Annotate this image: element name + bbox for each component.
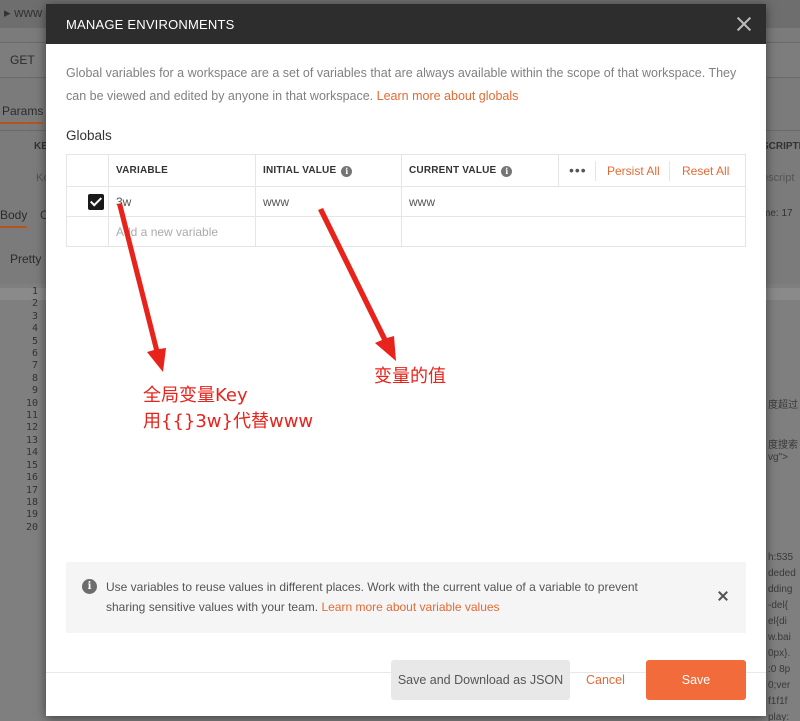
cancel-button[interactable]: Cancel <box>586 673 625 687</box>
initial-value-column-header: INITIAL VALUE i <box>263 165 353 177</box>
info-icon[interactable]: i <box>501 166 513 177</box>
variable-enabled-checkbox[interactable] <box>88 194 104 210</box>
table-header-row: VARIABLE INITIAL VALUE i CURRENT VALUE i •… <box>67 155 745 187</box>
bg-tab-label: www <box>14 5 43 20</box>
add-variable-placeholder: Add a new variable <box>116 225 219 239</box>
bg-line-number: 17 <box>25 484 38 496</box>
initial-value-cell[interactable]: www <box>256 187 402 216</box>
bg-line-number: 9 <box>31 385 38 397</box>
globals-section-title: Globals <box>66 128 112 143</box>
bg-params-tab: Params <box>0 104 44 124</box>
bg-code-snippet: h:535 <box>768 552 794 563</box>
header-current-value-cell: CURRENT VALUE i <box>402 155 559 186</box>
bg-code-snippet: w.bai <box>768 632 791 643</box>
header-divider <box>595 161 596 181</box>
header-variable-cell: VARIABLE <box>109 155 256 186</box>
variable-name-value: 3w <box>116 195 132 209</box>
header-actions-cell: ••• Persist All Reset All <box>559 155 745 186</box>
bg-line-number: 18 <box>25 496 38 508</box>
bg-description-header: SCRIPTI <box>762 141 800 152</box>
bg-code-snippet: :0 8p <box>768 664 791 675</box>
current-value-value: www <box>409 195 435 209</box>
annotation-line: 用{{}3w}代替www <box>143 411 314 432</box>
header-divider <box>669 161 670 181</box>
new-row-checkbox-cell <box>67 217 109 247</box>
info-icon[interactable]: i <box>341 166 353 177</box>
bg-code-snippet: 度超过 <box>768 400 798 411</box>
row-checkbox-cell <box>67 187 109 216</box>
current-value-column-header: CURRENT VALUE i <box>409 165 513 177</box>
bg-line-number: 14 <box>25 447 38 459</box>
manage-environments-modal: MANAGE ENVIRONMENTS Global variables for… <box>46 4 766 716</box>
close-icon[interactable] <box>734 14 754 34</box>
bg-line-number: 15 <box>25 459 38 471</box>
bg-line-number: 4 <box>31 323 38 335</box>
variable-name-cell[interactable]: 3w <box>109 187 256 216</box>
save-button[interactable]: Save <box>646 660 746 700</box>
learn-more-globals-link[interactable]: Learn more about globals <box>377 89 519 103</box>
info-banner: i Use variables to reuse values in diffe… <box>66 562 746 633</box>
bg-method: GET <box>10 53 35 67</box>
learn-more-variable-values-link[interactable]: Learn more about variable values <box>321 600 499 614</box>
annotation-line: 全局变量Key <box>143 385 248 406</box>
bg-code-snippet: vg"> <box>768 452 788 463</box>
initial-value-value: www <box>263 195 289 209</box>
annotation-global-key: 全局变量Key 用{{}3w}代替www <box>143 383 313 435</box>
bg-code-snippet: play: <box>768 712 790 721</box>
bg-description-placeholder: escript <box>762 172 795 184</box>
bg-line-number: 8 <box>31 372 38 384</box>
bg-code-snippet: f1f1f <box>768 696 788 707</box>
bg-code-snippet: dding <box>768 584 793 595</box>
new-variable-name-cell[interactable]: Add a new variable <box>109 217 256 247</box>
modal-header: MANAGE ENVIRONMENTS <box>46 4 766 44</box>
bg-request-tab: ▸ www <box>4 5 43 20</box>
initial-value-label: INITIAL VALUE <box>263 165 337 176</box>
new-current-value-cell[interactable] <box>402 217 745 247</box>
bg-code-snippet: 0px}. <box>768 648 791 659</box>
bg-line-number: 5 <box>31 335 38 347</box>
modal-title: MANAGE ENVIRONMENTS <box>66 17 235 32</box>
bg-line-number: 20 <box>25 521 38 533</box>
banner-text: Use variables to reuse values in differe… <box>106 577 676 617</box>
bg-line-number: 19 <box>25 509 38 521</box>
bg-line-number: 7 <box>31 360 38 372</box>
header-initial-value-cell: INITIAL VALUE i <box>256 155 402 186</box>
reset-all-button[interactable]: Reset All <box>682 164 729 178</box>
bg-line-number: 3 <box>31 310 38 322</box>
variable-column-header: VARIABLE <box>116 165 168 176</box>
close-icon[interactable] <box>716 589 730 603</box>
bg-body-tab: Body <box>0 208 28 228</box>
bg-line-number: 12 <box>25 422 38 434</box>
bg-line-number: 11 <box>25 410 38 422</box>
bg-time-label: me: 17 <box>762 208 793 219</box>
bg-line-number: 10 <box>25 397 38 409</box>
bg-pretty-tab: Pretty <box>10 252 42 266</box>
bg-code-snippet: 度搜索 <box>768 440 798 451</box>
bg-line-number: 6 <box>31 348 38 360</box>
bg-code-snippet: -del{ <box>768 600 789 611</box>
current-value-cell[interactable]: www <box>402 187 745 216</box>
more-options-icon[interactable]: ••• <box>569 162 587 178</box>
persist-all-button[interactable]: Persist All <box>607 164 660 178</box>
globals-variable-table: VARIABLE INITIAL VALUE i CURRENT VALUE i •… <box>66 154 746 247</box>
header-checkbox-cell <box>67 155 109 186</box>
new-variable-row: Add a new variable <box>67 217 745 247</box>
globals-description: Global variables for a workspace are a s… <box>66 62 746 108</box>
save-and-download-json-button[interactable]: Save and Download as JSON <box>391 660 570 700</box>
bg-line-number: 13 <box>25 434 38 446</box>
annotation-variable-value: 变量的值 <box>374 366 446 387</box>
bg-line-number: 2 <box>31 298 38 310</box>
bg-code-snippet: deded <box>768 568 796 579</box>
new-initial-value-cell[interactable] <box>256 217 402 247</box>
current-value-label: CURRENT VALUE <box>409 165 497 176</box>
bg-line-number: 16 <box>25 472 38 484</box>
bg-line-numbers: 1 2 3 4 5 6 7 8 9 10 11 12 13 14 15 16 17 18 19 20 <box>20 286 38 534</box>
table-row: 3w www www <box>67 187 745 217</box>
bg-line-number: 1 <box>31 286 38 297</box>
bg-code-snippet: el{di <box>768 616 787 627</box>
info-icon: i <box>82 579 97 594</box>
bg-code-snippet: 0;ver <box>768 680 791 691</box>
